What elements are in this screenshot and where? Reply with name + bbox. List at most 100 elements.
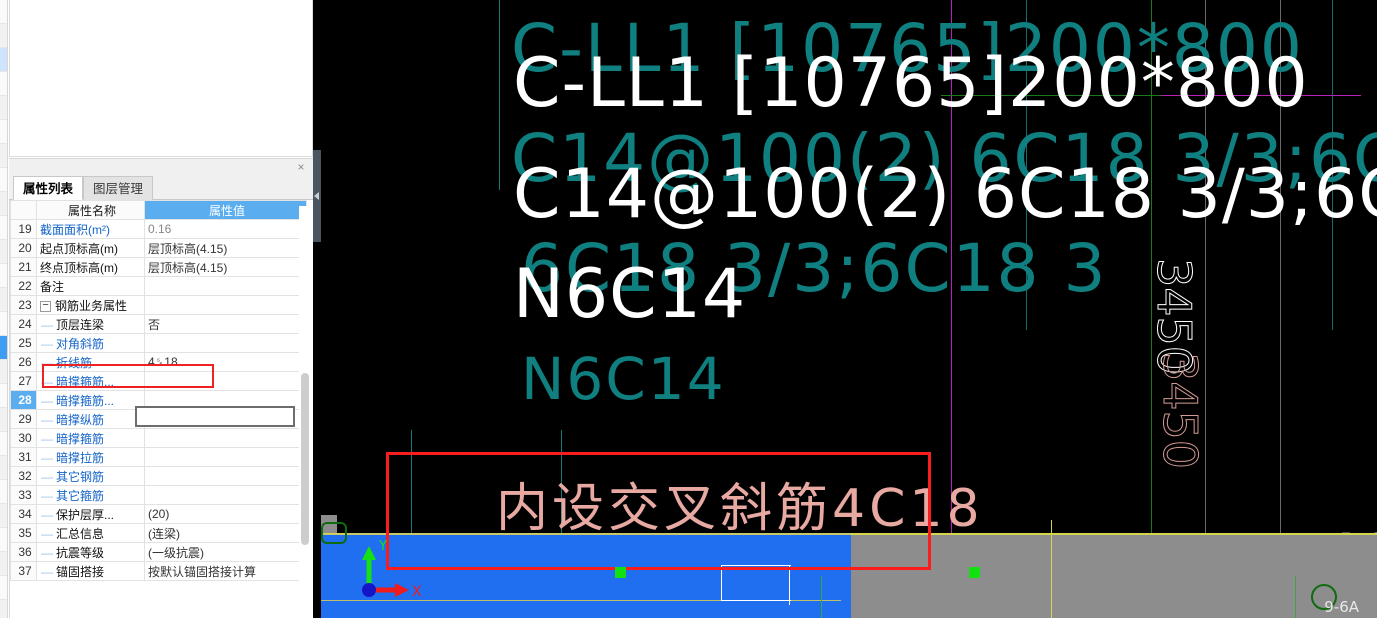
chevron-left-icon[interactable] [313, 191, 321, 201]
tree-collapse-icon[interactable]: − [40, 300, 51, 312]
property-value-edit-input[interactable] [135, 406, 295, 427]
row-index-cell[interactable]: 37 [10, 561, 37, 581]
cad-drawing-canvas[interactable]: C-LL1 [10765]200*800 C14@100(2) 6C18 3/3… [321, 0, 1377, 618]
property-name-cell[interactable]: — 暗撑纵筋 [36, 409, 145, 429]
list-item [0, 456, 7, 480]
property-name-label: 钢筋业务属性 [55, 298, 128, 313]
row-index-cell[interactable]: 28 [10, 390, 37, 410]
table-row[interactable]: 25— 对角斜筋 [10, 333, 307, 353]
row-index-cell[interactable]: 26 [10, 352, 37, 372]
row-index-cell[interactable]: 22 [10, 276, 37, 296]
property-value-cell[interactable]: (20) [144, 504, 307, 524]
property-value-cell[interactable] [144, 466, 307, 486]
property-value-cell[interactable] [144, 295, 307, 315]
table-row[interactable]: 19 截面面积(m²) 0.16 [10, 219, 307, 239]
row-index-cell[interactable]: 23 [10, 295, 37, 315]
column-header-name: 属性名称 [36, 200, 145, 220]
table-row[interactable]: 20 起点顶标高(m) 层顶标高(4.15) [10, 238, 307, 258]
list-item [0, 264, 7, 288]
row-index-cell[interactable]: 19 [10, 219, 37, 239]
row-index-cell[interactable]: 21 [10, 257, 37, 277]
table-row[interactable]: 31— 暗撑拉筋 [10, 447, 307, 467]
row-index-cell[interactable]: 20 [10, 238, 37, 258]
row-index-cell[interactable]: 34 [10, 504, 37, 524]
property-name-cell[interactable]: — 暗撑箍筋... [36, 371, 145, 391]
property-name-label: 其它箍筋 [56, 488, 105, 503]
tab-property-list[interactable]: 属性列表 [13, 176, 84, 200]
tab-layer-manager[interactable]: 图层管理 [83, 176, 154, 200]
property-name-cell[interactable]: — 顶层连梁 [36, 314, 145, 334]
property-value-cell[interactable]: (连梁) [144, 523, 307, 543]
property-name-cell[interactable]: — 锚固搭接 [36, 561, 145, 581]
property-value-cell[interactable]: 0.16 [144, 219, 307, 239]
property-name-cell[interactable]: — 保护层厚... [36, 504, 145, 524]
property-value-cell[interactable]: 层顶标高(4.15) [144, 257, 307, 277]
beam-inner-line [721, 600, 791, 601]
property-name-label: 截面面积(m²) [40, 222, 110, 237]
row-index-cell[interactable]: 33 [10, 485, 37, 505]
row-index-cell[interactable]: 32 [10, 466, 37, 486]
property-name-cell[interactable]: — 其它钢筋 [36, 466, 145, 486]
row-index-cell[interactable]: 31 [10, 447, 37, 467]
property-name-cell[interactable]: 起点顶标高(m) [36, 238, 145, 258]
property-value-cell[interactable] [144, 428, 307, 448]
table-row[interactable]: 21 终点顶标高(m) 层顶标高(4.15) [10, 257, 307, 277]
property-value-cell[interactable]: 4␠18 [144, 352, 307, 372]
list-item [0, 576, 7, 600]
table-row[interactable]: 33— 其它箍筋 [10, 485, 307, 505]
close-icon[interactable]: × [294, 161, 308, 175]
table-row[interactable]: 34— 保护层厚... (20) [10, 504, 307, 524]
table-row[interactable]: 37— 锚固搭接 按默认锚固搭接计算 [10, 561, 307, 581]
panel-upper-blank-area [9, 0, 313, 157]
property-name-cell[interactable]: — 暗撑箍筋... [36, 390, 145, 410]
table-row[interactable]: 26— 折线筋 4␠18 [10, 352, 307, 372]
row-index-cell[interactable]: 29 [10, 409, 37, 429]
property-name-cell[interactable]: — 汇总信息 [36, 523, 145, 543]
property-value-cell[interactable] [144, 447, 307, 467]
table-row[interactable]: 30— 暗撑箍筋 [10, 428, 307, 448]
property-name-label: 暗撑箍筋... [56, 393, 115, 408]
property-name-cell[interactable]: 截面面积(m²) [36, 219, 145, 239]
table-row[interactable]: 32— 其它钢筋 [10, 466, 307, 486]
table-row[interactable]: 35— 汇总信息 (连梁) [10, 523, 307, 543]
property-value-cell[interactable]: (一级抗震) [144, 542, 307, 562]
panel-title-bar: × [9, 158, 313, 176]
property-name-cell[interactable]: − 钢筋业务属性 [36, 295, 145, 315]
property-value-cell[interactable] [144, 371, 307, 391]
panel-scrollbar-thumb[interactable] [301, 373, 309, 545]
row-index-cell[interactable]: 25 [10, 333, 37, 353]
property-value-cell[interactable] [144, 276, 307, 296]
property-name-cell[interactable]: — 折线筋 [36, 352, 145, 372]
property-name-cell[interactable]: — 对角斜筋 [36, 333, 145, 353]
property-value-cell[interactable]: 层顶标高(4.15) [144, 238, 307, 258]
grip-handle[interactable] [615, 567, 626, 578]
property-name-label: 暗撑箍筋 [56, 431, 105, 446]
row-index-cell[interactable]: 27 [10, 371, 37, 391]
row-index-cell[interactable]: 35 [10, 523, 37, 543]
property-name-cell[interactable]: — 其它箍筋 [36, 485, 145, 505]
property-name-cell[interactable]: 备注 [36, 276, 145, 296]
table-row[interactable]: 24— 顶层连梁否 [10, 314, 307, 334]
table-row[interactable]: 23− 钢筋业务属性 [10, 295, 307, 315]
row-index-cell[interactable]: 36 [10, 542, 37, 562]
table-row[interactable]: 36— 抗震等级 (一级抗震) [10, 542, 307, 562]
property-name-cell[interactable]: — 暗撑箍筋 [36, 428, 145, 448]
list-item [0, 240, 7, 264]
property-name-label: 起点顶标高(m) [40, 241, 118, 256]
list-item [0, 432, 7, 456]
property-name-cell[interactable]: — 暗撑拉筋 [36, 447, 145, 467]
list-item [0, 360, 7, 384]
property-name-label: 暗撑拉筋 [56, 450, 105, 465]
row-index-cell[interactable]: 30 [10, 428, 37, 448]
property-name-cell[interactable]: 终点顶标高(m) [36, 257, 145, 277]
property-value-cell[interactable] [144, 333, 307, 353]
property-value-cell[interactable]: 按默认锚固搭接计算 [144, 561, 307, 581]
table-row[interactable]: 27— 暗撑箍筋... [10, 371, 307, 391]
property-value-cell[interactable] [144, 485, 307, 505]
row-index-cell[interactable]: 24 [10, 314, 37, 334]
grip-handle[interactable] [969, 567, 980, 578]
property-value-cell[interactable]: 否 [144, 314, 307, 334]
list-item [0, 600, 7, 618]
table-row[interactable]: 22 备注 [10, 276, 307, 296]
property-name-cell[interactable]: — 抗震等级 [36, 542, 145, 562]
